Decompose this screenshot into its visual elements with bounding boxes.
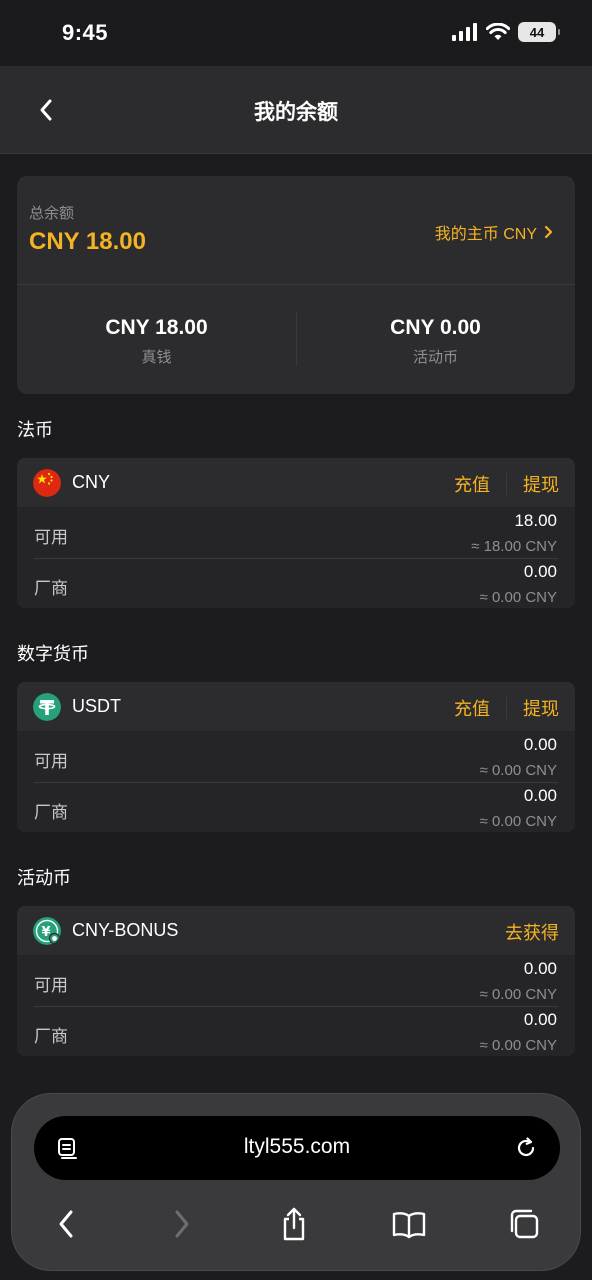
reload-icon[interactable] (512, 1134, 540, 1162)
row-label: 厂商 (34, 803, 68, 822)
asset-actions: 充值 提现 (454, 471, 559, 497)
action-separator (506, 473, 507, 495)
action-separator (506, 697, 507, 719)
total-balance-card: 总余额 CNY 18.00 我的主币 CNY CNY 18.00 真钱 CNY … (17, 176, 575, 394)
status-icons: 44 (452, 22, 560, 42)
balance-row-vendor: 厂商 0.00 ≈ 0.00 CNY (17, 558, 575, 608)
book-icon (392, 1212, 426, 1239)
asset-header: USDT 充值 提现 (17, 682, 575, 731)
balance-row-vendor: 厂商 0.00 ≈ 0.00 CNY (17, 782, 575, 832)
bonus-money-value: CNY 0.00 (390, 316, 481, 339)
nav-bar: 我的余额 (0, 66, 592, 154)
browser-toolbar (12, 1198, 582, 1250)
withdraw-button[interactable]: 提现 (523, 695, 559, 721)
section-title-fiat: 法币 (17, 420, 53, 440)
asset-name: USDT (72, 696, 121, 716)
status-time: 9:45 (62, 20, 109, 45)
asset-card-usdt: USDT 充值 提现 可用 0.00 ≈ 0.00 CNY 厂商 0.00 ≈ … (17, 682, 575, 832)
row-label: 厂商 (34, 579, 68, 598)
balance-row-available: 可用 0.00 ≈ 0.00 CNY (17, 731, 575, 781)
usdt-icon (33, 693, 61, 721)
share-button[interactable] (268, 1198, 320, 1250)
chevron-right-icon (544, 225, 553, 239)
row-amount: 0.00 (523, 786, 557, 805)
asset-name: CNY-BONUS (72, 920, 179, 940)
real-money-label: 真钱 (141, 349, 172, 366)
cellular-signal-icon (452, 23, 477, 41)
row-approx: ≈ 0.00 CNY (479, 1037, 557, 1054)
total-balance-value: CNY 18.00 (29, 228, 146, 255)
bonus-money-summary: CNY 0.00 活动币 (296, 284, 575, 394)
address-bar[interactable]: ltyl555.com (34, 1116, 560, 1180)
china-flag-icon (33, 469, 61, 497)
deposit-button[interactable]: 充值 (454, 695, 490, 721)
row-label: 可用 (34, 528, 68, 547)
row-approx: ≈ 0.00 CNY (479, 986, 557, 1003)
row-label: 可用 (34, 976, 68, 995)
asset-actions: 充值 提现 (454, 695, 559, 721)
balance-content: 总余额 CNY 18.00 我的主币 CNY CNY 18.00 真钱 CNY … (0, 154, 592, 1070)
section-title-crypto: 数字货币 (17, 644, 89, 664)
browser-forward-button[interactable] (156, 1198, 208, 1250)
real-money-value: CNY 18.00 (105, 316, 208, 339)
browser-back-button[interactable] (40, 1198, 92, 1250)
battery-level: 44 (529, 24, 545, 40)
section-title-bonus: 活动币 (17, 868, 71, 888)
asset-header: CNY 充值 提现 (17, 458, 575, 507)
chevron-left-icon (59, 1210, 73, 1238)
balance-row-vendor: 厂商 0.00 ≈ 0.00 CNY (17, 1006, 575, 1056)
tabs-button[interactable] (498, 1198, 550, 1250)
status-bar: 9:45 44 (0, 0, 592, 66)
withdraw-button[interactable]: 提现 (523, 471, 559, 497)
browser-chrome: ltyl555.com (0, 1070, 592, 1280)
deposit-button[interactable]: 充值 (454, 471, 490, 497)
row-amount: 0.00 (523, 735, 557, 754)
row-amount: 0.00 (523, 959, 557, 978)
row-label: 厂商 (34, 1027, 68, 1046)
row-amount: 0.00 (523, 1010, 557, 1029)
main-currency-label: 我的主币 CNY (434, 226, 537, 243)
bonus-coin-icon: ¥ (33, 917, 61, 945)
share-icon (283, 1207, 305, 1241)
asset-name: CNY (72, 472, 111, 492)
row-approx: ≈ 0.00 CNY (479, 762, 557, 779)
row-amount: 0.00 (523, 562, 557, 581)
asset-card-cny: CNY 充值 提现 可用 18.00 ≈ 18.00 CNY 厂商 0.00 ≈… (17, 458, 575, 608)
bookmarks-button[interactable] (383, 1198, 435, 1250)
row-amount: 18.00 (514, 511, 557, 530)
balance-row-available: 可用 18.00 ≈ 18.00 CNY (17, 507, 575, 557)
balance-row-available: 可用 0.00 ≈ 0.00 CNY (17, 955, 575, 1005)
asset-header: ¥ CNY-BONUS 去获得 (17, 906, 575, 955)
page-title: 我的余额 (254, 101, 338, 124)
real-money-summary: CNY 18.00 真钱 (17, 284, 296, 394)
browser-panel: ltyl555.com (11, 1093, 581, 1271)
tabs-icon (510, 1209, 539, 1239)
row-approx: ≈ 18.00 CNY (471, 538, 557, 555)
bonus-money-label: 活动币 (412, 349, 458, 366)
row-label: 可用 (34, 752, 68, 771)
get-bonus-button[interactable]: 去获得 (505, 919, 559, 945)
main-currency-link[interactable]: 我的主币 CNY (435, 220, 553, 244)
wifi-icon (486, 23, 510, 40)
row-approx: ≈ 0.00 CNY (479, 589, 557, 606)
total-balance-label: 总余额 (29, 205, 75, 222)
asset-actions: 去获得 (505, 919, 559, 945)
row-approx: ≈ 0.00 CNY (479, 813, 557, 830)
url-text: ltyl555.com (243, 1135, 351, 1158)
chevron-right-icon (175, 1210, 189, 1238)
battery-icon: 44 (518, 22, 560, 42)
asset-card-cny-bonus: ¥ CNY-BONUS 去获得 可用 0.00 ≈ 0.00 CNY 厂商 0.… (17, 906, 575, 1056)
